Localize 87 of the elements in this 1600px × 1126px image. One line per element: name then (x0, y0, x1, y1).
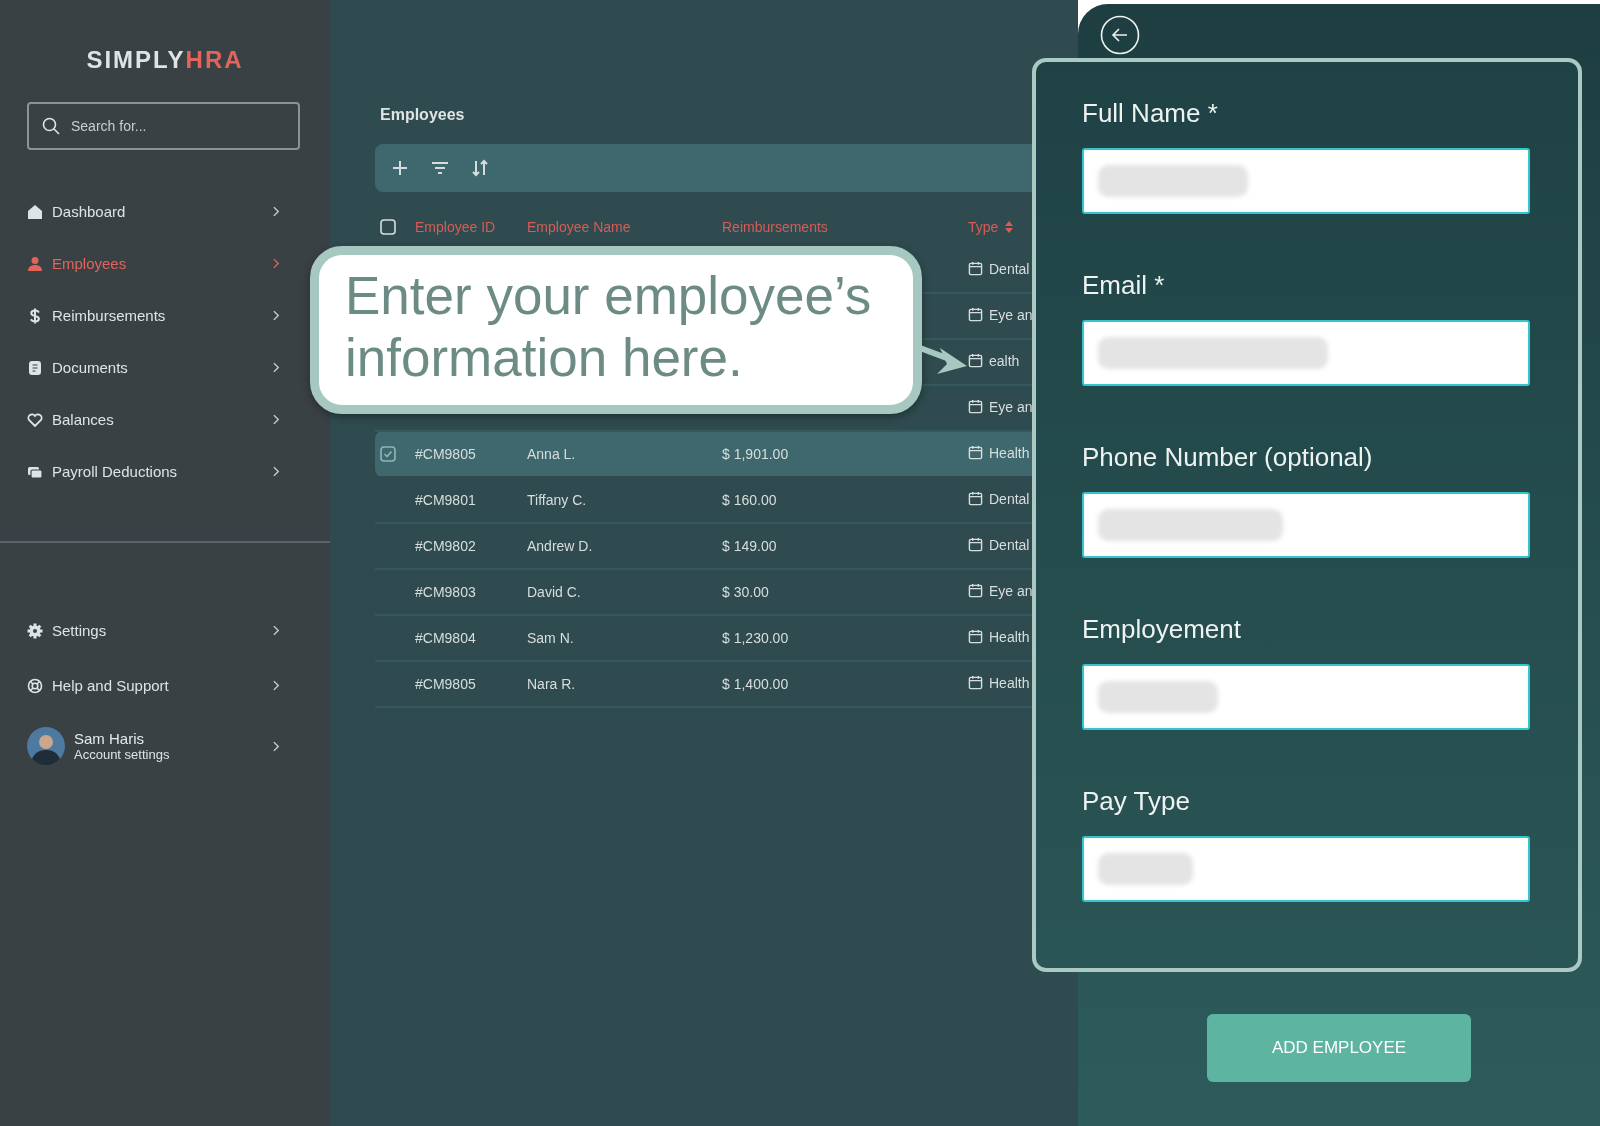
gear-icon (27, 622, 43, 639)
callout-text: Enter your employee’s information here. (310, 246, 922, 414)
table-cell: $ 1,230.00 (722, 630, 789, 646)
table-cell: #CM9801 (415, 492, 476, 508)
user-name: Sam Haris (74, 730, 145, 747)
sort-icon[interactable] (1004, 220, 1015, 234)
nav-item[interactable]: Help and Support (0, 668, 296, 703)
input-field[interactable] (1082, 664, 1530, 730)
table-cell: Sam N. (527, 630, 574, 646)
table-cell: David C. (527, 584, 581, 600)
calendar-icon (968, 261, 983, 277)
nav-item[interactable]: Payroll Deductions (0, 454, 296, 489)
calendar-icon (968, 445, 983, 461)
chevron-icon (273, 625, 280, 636)
table-cell: $ 30.00 (722, 584, 769, 600)
chevron-icon (273, 258, 280, 269)
table-cell: Health (989, 628, 1030, 645)
table-cell: Tiffany C. (527, 492, 587, 508)
chevron-icon (273, 362, 280, 373)
table-cell: $ 149.00 (722, 538, 777, 554)
person-icon (27, 255, 43, 272)
table-cell: Dental (989, 490, 1030, 507)
table-cell: $ 1,901.00 (722, 446, 789, 462)
nav-item[interactable]: Documents (0, 350, 296, 385)
nav-item[interactable]: Settings (0, 613, 296, 648)
nav-item[interactable]: Balances (0, 402, 296, 437)
account-item[interactable]: Sam Haris Account settings (0, 723, 296, 769)
heart-icon (27, 411, 43, 428)
search-icon (42, 117, 60, 135)
logo-text: SIMPLY (86, 46, 186, 73)
table-cell: Andrew D. (527, 538, 593, 554)
field-label: Phone Number (optional) (1082, 442, 1374, 472)
table-cell: $ 1,400.00 (722, 676, 789, 692)
table-cell: $ 160.00 (722, 492, 777, 508)
input-field[interactable] (1082, 836, 1530, 902)
table-cell: Health (989, 674, 1030, 691)
home-icon (27, 203, 43, 220)
table-cell: #CM9804 (415, 630, 476, 646)
calendar-icon (968, 629, 983, 645)
calendar-icon (968, 537, 983, 553)
logo-text: HRA (185, 46, 244, 73)
chevron-icon (273, 310, 280, 321)
field-label: Pay Type (1082, 786, 1191, 816)
table-cell: Nara R. (527, 676, 576, 692)
chevron-icon (273, 680, 280, 691)
field-label: Email * (1082, 270, 1166, 300)
field-label: Full Name * (1082, 98, 1219, 128)
field-label: Employement (1082, 614, 1242, 644)
user-subtitle: Account settings (74, 747, 171, 762)
avatar-icon (27, 727, 65, 765)
dollar-icon (27, 307, 43, 324)
document-icon (27, 359, 43, 376)
page-title: Employees (380, 106, 466, 124)
nav-item[interactable]: Dashboard (0, 194, 296, 229)
table-cell: #CM9802 (415, 538, 476, 554)
table-cell: #CM9805 (415, 446, 476, 462)
input-field[interactable] (1082, 492, 1530, 558)
chevron-icon (273, 466, 280, 477)
table-cell: Eye an (989, 306, 1033, 323)
chevron-icon (273, 740, 280, 752)
calendar-icon (968, 675, 983, 691)
input-field[interactable] (1082, 320, 1530, 386)
input-field[interactable] (1082, 148, 1530, 214)
chevron-icon (273, 414, 280, 425)
table-cell: Dental (989, 260, 1030, 277)
table-cell: Eye an (989, 398, 1033, 415)
table-cell: Health (989, 444, 1030, 461)
calendar-icon (968, 491, 983, 507)
table-cell: Anna L. (527, 446, 576, 462)
search-field[interactable]: Search for... (27, 102, 300, 150)
nav-item[interactable]: Reimbursements (0, 298, 296, 333)
lifebuoy-icon (27, 677, 43, 694)
sort-icon[interactable] (470, 158, 490, 178)
calendar-icon (968, 353, 983, 369)
table-cell: Eye an (989, 582, 1033, 599)
table-cell: Dental (989, 536, 1030, 553)
add-icon[interactable] (390, 158, 410, 178)
checkbox[interactable] (380, 219, 396, 235)
calendar-icon (968, 583, 983, 599)
checkbox[interactable] (380, 446, 396, 462)
calendar-icon (968, 399, 983, 415)
table-cell: #CM9803 (415, 584, 476, 600)
table-cell: ealth (989, 352, 1020, 369)
calendar-icon (968, 307, 983, 323)
table-cell: #CM9805 (415, 676, 476, 692)
back-icon[interactable] (1100, 15, 1140, 55)
chevron-icon (273, 206, 280, 217)
